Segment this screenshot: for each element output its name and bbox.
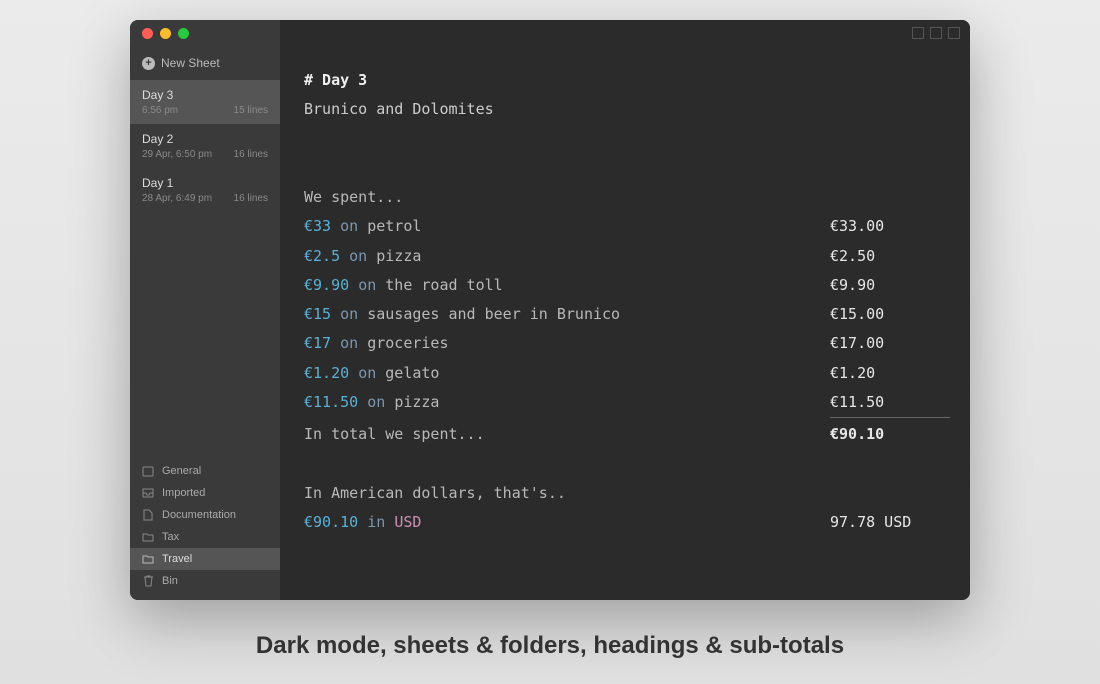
intro-line: We spent... (304, 183, 403, 212)
minimize-icon[interactable] (160, 28, 171, 39)
sheet-title: Day 2 (142, 132, 268, 146)
result-value: €1.20 (830, 359, 950, 388)
traffic-lights (142, 28, 189, 39)
folder-label: Documentation (162, 509, 236, 521)
sheet-meta: 16 lines (234, 149, 268, 160)
result-value: €11.50 (830, 388, 950, 417)
convert-label: In American dollars, that's.. (304, 479, 566, 508)
expense-line: €9.90 on the road toll€9.90 (304, 271, 950, 300)
sheet-time: 29 Apr, 6:50 pm (142, 149, 212, 160)
result-value: €17.00 (830, 329, 950, 358)
sheet-time: 28 Apr, 6:49 pm (142, 193, 212, 204)
new-sheet-button[interactable]: + New Sheet (130, 50, 280, 80)
folder-label: General (162, 465, 201, 477)
plus-circle-icon: + (142, 57, 155, 70)
expense-line: €11.50 on pizza€11.50 (304, 388, 950, 417)
editor[interactable]: # Day 3Brunico and Dolomites We spent...… (280, 20, 970, 600)
expense-line: €2.5 on pizza€2.50 (304, 242, 950, 271)
result-value: €33.00 (830, 212, 950, 241)
window-control-3[interactable] (948, 27, 960, 39)
sidebar-sheet-item[interactable]: Day 1 28 Apr, 6:49 pm 16 lines (130, 168, 280, 212)
window-control-2[interactable] (930, 27, 942, 39)
result-value: €9.90 (830, 271, 950, 300)
folder-label: Travel (162, 553, 192, 565)
result-value: €2.50 (830, 242, 950, 271)
caption: Dark mode, sheets & folders, headings & … (0, 632, 1100, 660)
expense-line: €17 on groceries€17.00 (304, 329, 950, 358)
expense-line: €15 on sausages and beer in Brunico€15.0… (304, 300, 950, 329)
zoom-icon[interactable] (178, 28, 189, 39)
sheet-time: 6:56 pm (142, 105, 178, 116)
total-line: In total we spent...€90.10 (304, 417, 950, 449)
sidebar-sheet-item[interactable]: Day 2 29 Apr, 6:50 pm 16 lines (130, 124, 280, 168)
sidebar-folder-item[interactable]: Documentation (130, 504, 280, 526)
folder-label: Imported (162, 487, 205, 499)
sidebar-folder-item[interactable]: General (130, 460, 280, 482)
sidebar-sheet-item[interactable]: Day 3 6:56 pm 15 lines (130, 80, 280, 124)
heading: # Day 3 (304, 66, 367, 95)
sheet-title: Day 1 (142, 176, 268, 190)
window-control-1[interactable] (912, 27, 924, 39)
sheet-meta: 16 lines (234, 193, 268, 204)
expense-line: €33 on petrol€33.00 (304, 212, 950, 241)
folder-list: General Imported Documentation Tax Travel Bin (130, 454, 280, 600)
folder-icon (142, 554, 154, 564)
folder-label: Bin (162, 575, 178, 587)
inbox-icon (142, 488, 154, 498)
titlebar (130, 20, 970, 46)
window-controls (912, 27, 960, 39)
folder-icon (142, 532, 154, 542)
convert-result: 97.78 USD (830, 508, 950, 537)
result-value: €15.00 (830, 300, 950, 329)
app-window: + New Sheet Day 3 6:56 pm 15 lines Day 2 29 … (130, 20, 970, 600)
doc-icon (142, 510, 154, 520)
sheet-meta: 15 lines (234, 105, 268, 116)
folder-label: Tax (162, 531, 179, 543)
sidebar-folder-item[interactable]: Tax (130, 526, 280, 548)
sidebar-folder-item[interactable]: Imported (130, 482, 280, 504)
sidebar: + New Sheet Day 3 6:56 pm 15 lines Day 2 29 … (130, 20, 280, 600)
close-icon[interactable] (142, 28, 153, 39)
subtitle: Brunico and Dolomites (304, 95, 494, 124)
sidebar-folder-item[interactable]: Travel (130, 548, 280, 570)
convert-line: €90.10 in USD97.78 USD (304, 508, 950, 537)
sheet-title: Day 3 (142, 88, 268, 102)
sidebar-folder-item[interactable]: Bin (130, 570, 280, 592)
expense-line: €1.20 on gelato€1.20 (304, 359, 950, 388)
sheet-list: Day 3 6:56 pm 15 lines Day 2 29 Apr, 6:50 pm… (130, 80, 280, 212)
new-sheet-label: New Sheet (161, 56, 220, 70)
layers-icon (142, 466, 154, 476)
total-value: €90.10 (830, 417, 950, 449)
trash-icon (142, 576, 154, 586)
